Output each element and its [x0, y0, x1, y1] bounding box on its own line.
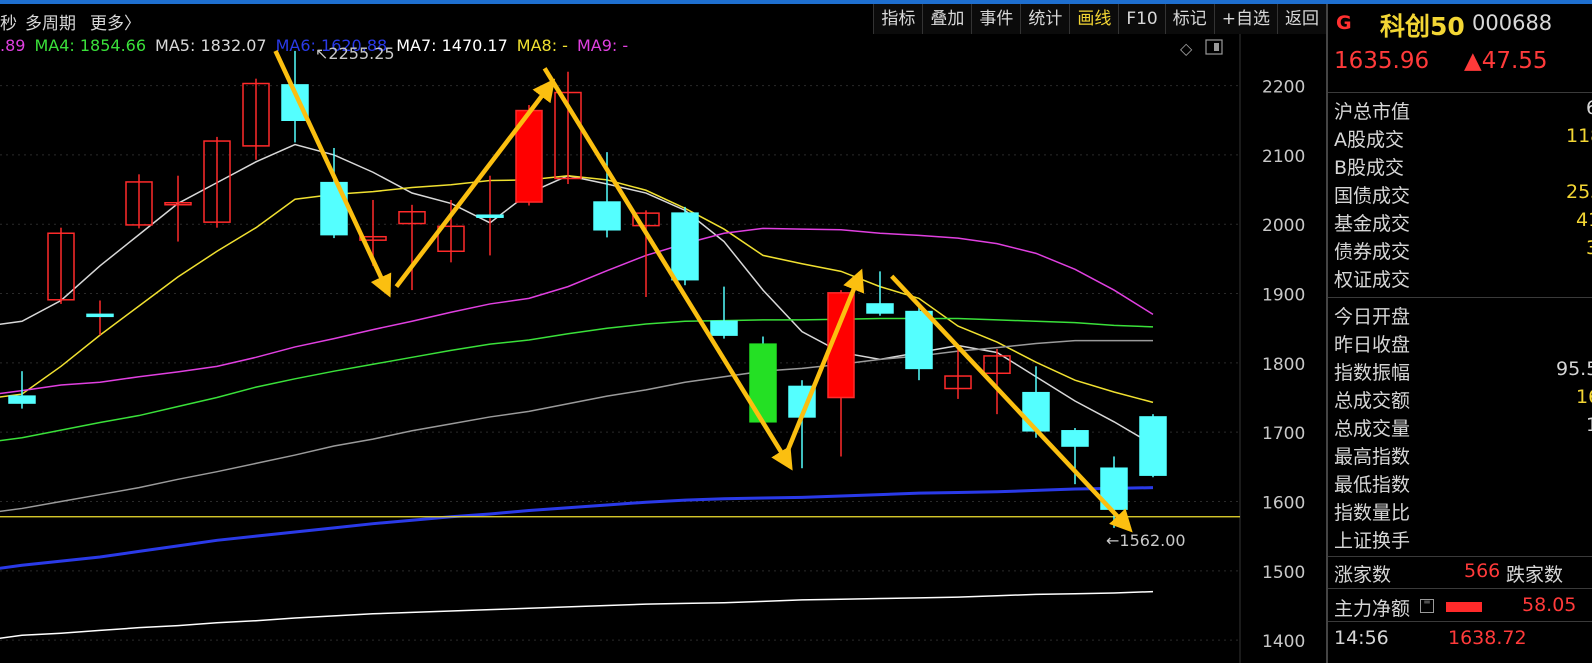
candle-body — [593, 201, 621, 231]
stat-value: 118 — [1566, 125, 1592, 147]
stat-label: 今日开盘 — [1334, 306, 1411, 328]
y-tick-label: 2100 — [1262, 147, 1305, 167]
divider — [1328, 621, 1592, 622]
stat-label: 昨日收盘 — [1334, 334, 1411, 356]
stat-label: 国债成交 — [1334, 185, 1411, 207]
g-badge: G — [1336, 12, 1352, 34]
current-price: 1635.96 — [1334, 48, 1430, 74]
stat-label: A股成交 — [1334, 129, 1404, 151]
stat-label: 总成交量 — [1334, 418, 1411, 440]
stat-value: 3 — [1586, 237, 1592, 259]
stat-label: 沪总市值 — [1334, 101, 1411, 123]
stat-label: 上证换手 — [1334, 530, 1411, 552]
price-change: ▲47.55 — [1464, 48, 1548, 74]
divider — [1328, 556, 1592, 557]
up-count-value: 566 — [1464, 560, 1501, 582]
period-partial[interactable]: 秒 — [0, 9, 17, 34]
multi-period-button[interactable]: 多周期 — [25, 9, 76, 34]
divider — [1328, 92, 1592, 93]
candle-body — [1022, 391, 1050, 432]
candle-body — [671, 212, 699, 281]
candle-body — [8, 395, 36, 404]
stat-value: 16 — [1576, 386, 1592, 408]
candle-body — [476, 214, 504, 218]
candle-body — [86, 313, 114, 318]
candle-body — [905, 310, 933, 370]
tick-time: 14:56 — [1334, 627, 1389, 649]
y-tick-label: 2200 — [1262, 78, 1305, 98]
index-name: 科创50 — [1380, 12, 1465, 41]
stat-label: 债券成交 — [1334, 241, 1411, 263]
kline-chart[interactable]: 2200 2100 2000 1900 1800 1700 1600 1500 1400 ↖225… — [0, 34, 1326, 663]
toolbar-buttons: 指标 叠加 事件 统计 画线 F10 标记 +自选 返回 — [873, 4, 1326, 34]
toolbar-button[interactable]: 画线 — [1069, 4, 1119, 34]
toolbar-button[interactable]: 指标 — [873, 4, 923, 34]
candle-body — [320, 181, 348, 236]
stat-label: 总成交额 — [1334, 390, 1411, 412]
toolbar-button[interactable]: F10 — [1118, 4, 1165, 34]
stat-label: 基金成交 — [1334, 213, 1411, 235]
toolbar-button[interactable]: 统计 — [1020, 4, 1070, 34]
stat-value: 1 — [1586, 414, 1592, 436]
divider — [1328, 297, 1592, 298]
net-flow-value: 58.05 — [1522, 594, 1577, 616]
candle-body — [1061, 430, 1089, 447]
high-price-label: ↖2255.25 — [315, 44, 395, 63]
drawn-arrow — [542, 67, 793, 471]
y-tick-label: 1600 — [1262, 494, 1305, 514]
stat-label: 最高指数 — [1334, 446, 1411, 468]
stat-label: 指数振幅 — [1334, 362, 1411, 384]
y-tick-label: 2000 — [1262, 216, 1305, 236]
y-tick-label: 1700 — [1262, 424, 1305, 444]
chart-toolbar: 秒 多周期 更多〉 指标 叠加 事件 统计 画线 F10 标记 +自选 返回 — [0, 4, 1326, 34]
candle-body — [1139, 416, 1167, 476]
ma-line — [0, 143, 1154, 446]
index-code: 000688 — [1472, 11, 1553, 35]
toolbar-button[interactable]: 标记 — [1164, 4, 1214, 34]
more-menu-button[interactable]: 更多〉 — [90, 9, 141, 34]
toolbar-button[interactable]: 事件 — [971, 4, 1021, 34]
up-count-label: 涨家数 — [1334, 564, 1392, 586]
panel-toggle-icon-fill — [1214, 43, 1219, 51]
toolbar-button[interactable]: 叠加 — [922, 4, 972, 34]
low-price-label: ←1562.00 — [1106, 531, 1186, 550]
y-tick-label: 1900 — [1262, 286, 1305, 306]
candle-body — [710, 320, 738, 336]
net-flow-label: 主力净额 — [1334, 598, 1411, 620]
stat-label: 权证成交 — [1334, 269, 1411, 291]
list-icon[interactable]: ≡ — [1420, 598, 1434, 613]
toolbar-button[interactable]: +自选 — [1213, 4, 1277, 34]
stat-label: 最低指数 — [1334, 474, 1411, 496]
stat-value: 253 — [1566, 181, 1592, 203]
toolbar-button[interactable]: 返回 — [1277, 4, 1326, 34]
stat-label: 指数量比 — [1334, 502, 1411, 524]
ma-line — [0, 317, 1154, 442]
quote-panel: G 科创50 000688 1635.96 ▲47.55 沪总市值6A股成交11… — [1326, 4, 1592, 663]
tick-price: 1638.72 — [1448, 627, 1527, 649]
down-count-label: 跌家数 — [1506, 564, 1564, 586]
stat-value: 41 — [1576, 209, 1592, 231]
divider — [1328, 588, 1592, 589]
ma-line — [0, 590, 1154, 639]
ma-line — [0, 486, 1154, 570]
stat-label: B股成交 — [1334, 157, 1405, 179]
candle-body — [866, 303, 894, 314]
stat-value: 95.5 — [1556, 358, 1592, 380]
y-tick-label: 1400 — [1262, 632, 1305, 652]
stat-value: 6 — [1586, 97, 1592, 119]
net-flow-bar — [1446, 602, 1482, 612]
y-tick-label: 1500 — [1262, 563, 1305, 583]
diamond-icon[interactable]: ◇ — [1180, 39, 1193, 58]
y-tick-label: 1800 — [1262, 355, 1305, 375]
ma-line — [0, 339, 1153, 513]
